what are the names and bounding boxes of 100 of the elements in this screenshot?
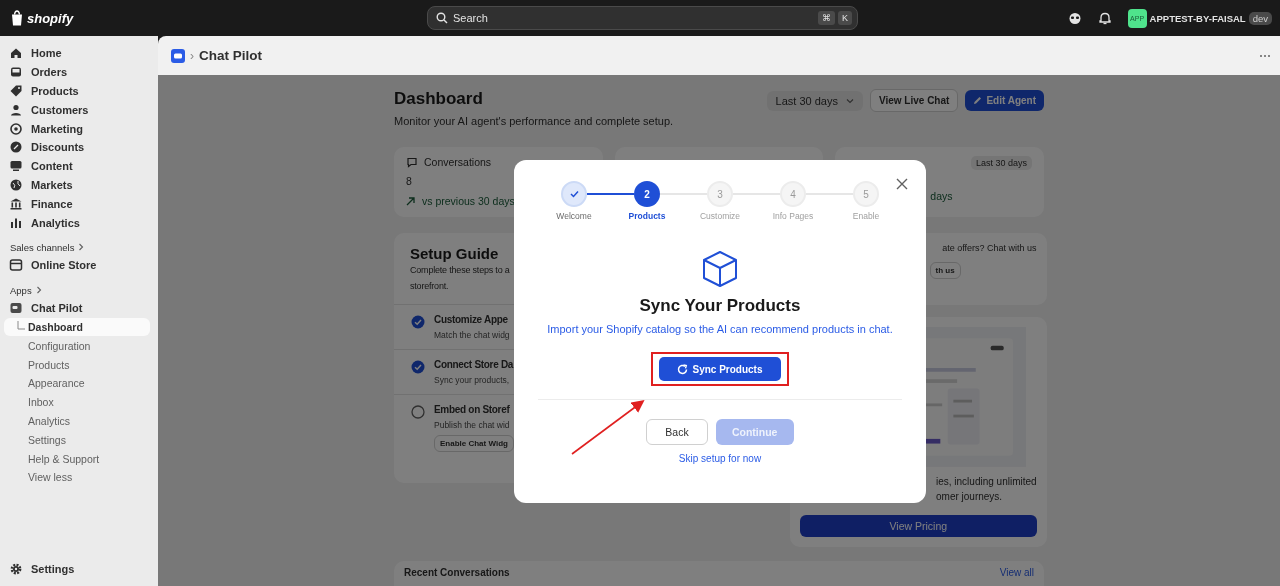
search-icon (436, 12, 448, 24)
nav-item[interactable]: Home (4, 44, 150, 63)
step-title: Connect Store Da (434, 359, 514, 370)
stat-value: 8 (406, 175, 413, 187)
nav-item[interactable]: Products (4, 81, 150, 101)
period-dropdown[interactable]: Last 30 days (766, 90, 863, 111)
refresh-icon (677, 363, 689, 375)
store-icon (9, 258, 23, 273)
view-chat-button[interactable]: View Live Chat (869, 89, 959, 112)
nav-item[interactable]: Content (4, 156, 150, 176)
breadcrumb-separator: › (190, 48, 194, 63)
close-icon[interactable] (896, 178, 908, 190)
back-button[interactable]: Back (646, 419, 708, 445)
nav-item[interactable]: Analytics (4, 213, 150, 232)
edit-button[interactable]: Edit Agent (965, 90, 1044, 111)
person-icon (9, 102, 23, 117)
page-subtitle: Monitor your AI agent's performance and complete setup. (394, 115, 674, 127)
step-description: Sync your products, (434, 375, 510, 385)
nav-item[interactable]: Finance (4, 194, 150, 214)
card-title: Setup Guide (409, 245, 500, 262)
nav-subitem[interactable]: Products (4, 355, 150, 374)
logo-wordmark[interactable]: shopify (27, 10, 74, 26)
check-icon (569, 190, 579, 198)
step-label: Enable (851, 211, 881, 221)
nav-subitem[interactable]: Help & Support (4, 449, 150, 468)
stat-label: Conversations (424, 156, 492, 168)
tree-line-icon (17, 320, 26, 333)
trend-text: vs previous 30 days (422, 195, 515, 207)
step-label: Customize (698, 211, 742, 221)
step-indicator[interactable]: 2 (634, 181, 660, 207)
nav-item[interactable]: Markets (4, 175, 150, 195)
checked-icon[interactable] (411, 315, 425, 329)
nav-subitem[interactable]: View less (4, 467, 150, 487)
step-title: Embed on Storef (434, 404, 510, 415)
keyboard-key: K (838, 11, 852, 25)
nav-subitem[interactable]: Settings (4, 430, 150, 450)
card-description: Complete these steps to a storefront. (410, 264, 510, 293)
bell-icon[interactable] (1097, 11, 1112, 25)
nav-item[interactable]: Customers (4, 100, 150, 120)
chat-bubble-icon (406, 156, 418, 168)
step-description: Match the chat widg (434, 330, 510, 340)
step-title: Customize Appe (434, 314, 508, 325)
tag-icon (9, 84, 23, 98)
keyboard-key: ⌘ (818, 11, 835, 25)
app-icon[interactable] (171, 48, 185, 63)
unchecked-icon[interactable] (411, 405, 425, 419)
nav-subitem[interactable]: Analytics (4, 411, 150, 431)
trend-arrow-icon (406, 196, 415, 206)
monitor-icon (9, 159, 23, 174)
nav-subitem[interactable]: Configuration (4, 336, 150, 356)
chevron-icon (78, 243, 85, 252)
checked-icon[interactable] (411, 360, 425, 374)
store-name[interactable]: APPTEST-BY-FAISAL (1149, 12, 1246, 24)
store-badge: dev (1248, 11, 1272, 25)
caret-icon (845, 97, 854, 104)
chat-button[interactable]: th us (929, 262, 961, 279)
shopping-bag-icon (10, 10, 24, 26)
more-icon[interactable] (1259, 53, 1271, 58)
inbox-icon (9, 65, 23, 80)
section-heading[interactable]: Sales channels (4, 231, 150, 256)
face-icon[interactable] (1067, 11, 1082, 25)
nav-item[interactable]: Discounts (4, 138, 150, 157)
dialog-description: Import your Shopify catalog so the AI can recommend products in chat. (547, 323, 893, 335)
pricing-text: ies, including unlimited omer journeys. (935, 474, 1037, 504)
card-title: Recent Conversations (404, 567, 510, 578)
app-icon (9, 301, 23, 316)
nav-item[interactable]: Orders (4, 62, 150, 82)
step-description: Publish the chat wid (434, 420, 510, 430)
target-icon (9, 121, 23, 136)
skip-link[interactable]: Skip setup for now (678, 453, 762, 464)
chevron-icon (35, 286, 42, 295)
section-heading[interactable]: Apps (4, 274, 150, 299)
sync-button[interactable]: Sync Products (659, 357, 781, 381)
step-label: Products (627, 211, 667, 221)
trend-text: days (930, 190, 953, 202)
page-heading: Dashboard (394, 89, 484, 109)
nav-item[interactable]: Settings (4, 559, 150, 578)
step-label: Welcome (555, 211, 593, 221)
step-indicator[interactable] (561, 181, 587, 207)
promo-text: ate offers? Chat with us (942, 243, 1037, 253)
dialog-title: Sync Your Products (639, 296, 801, 316)
step-label: Info Pages (771, 211, 815, 221)
nav-item[interactable]: Marketing (4, 119, 150, 138)
nav-item[interactable]: Online Store (4, 255, 150, 275)
globe-icon (9, 177, 23, 192)
period-badge: Last 30 days (970, 156, 1032, 170)
nav-item[interactable]: Chat Pilot (4, 298, 150, 318)
gear-icon (9, 561, 23, 576)
search-bar[interactable]: Search ⌘ K (427, 6, 858, 30)
nav-subitem[interactable]: Dashboard (4, 317, 150, 337)
nav-subitem[interactable]: Inbox (4, 392, 150, 412)
home-icon (9, 46, 23, 61)
cube-icon (701, 250, 739, 288)
badge-icon (9, 140, 23, 155)
enable-widget-button[interactable]: Enable Chat Widg (434, 435, 514, 452)
view-pricing-button[interactable]: View Pricing (800, 514, 1037, 537)
search-field[interactable]: Search (453, 12, 813, 24)
pencil-icon (973, 96, 983, 105)
nav-subitem[interactable]: Appearance (4, 373, 150, 393)
bank-icon (9, 196, 23, 211)
